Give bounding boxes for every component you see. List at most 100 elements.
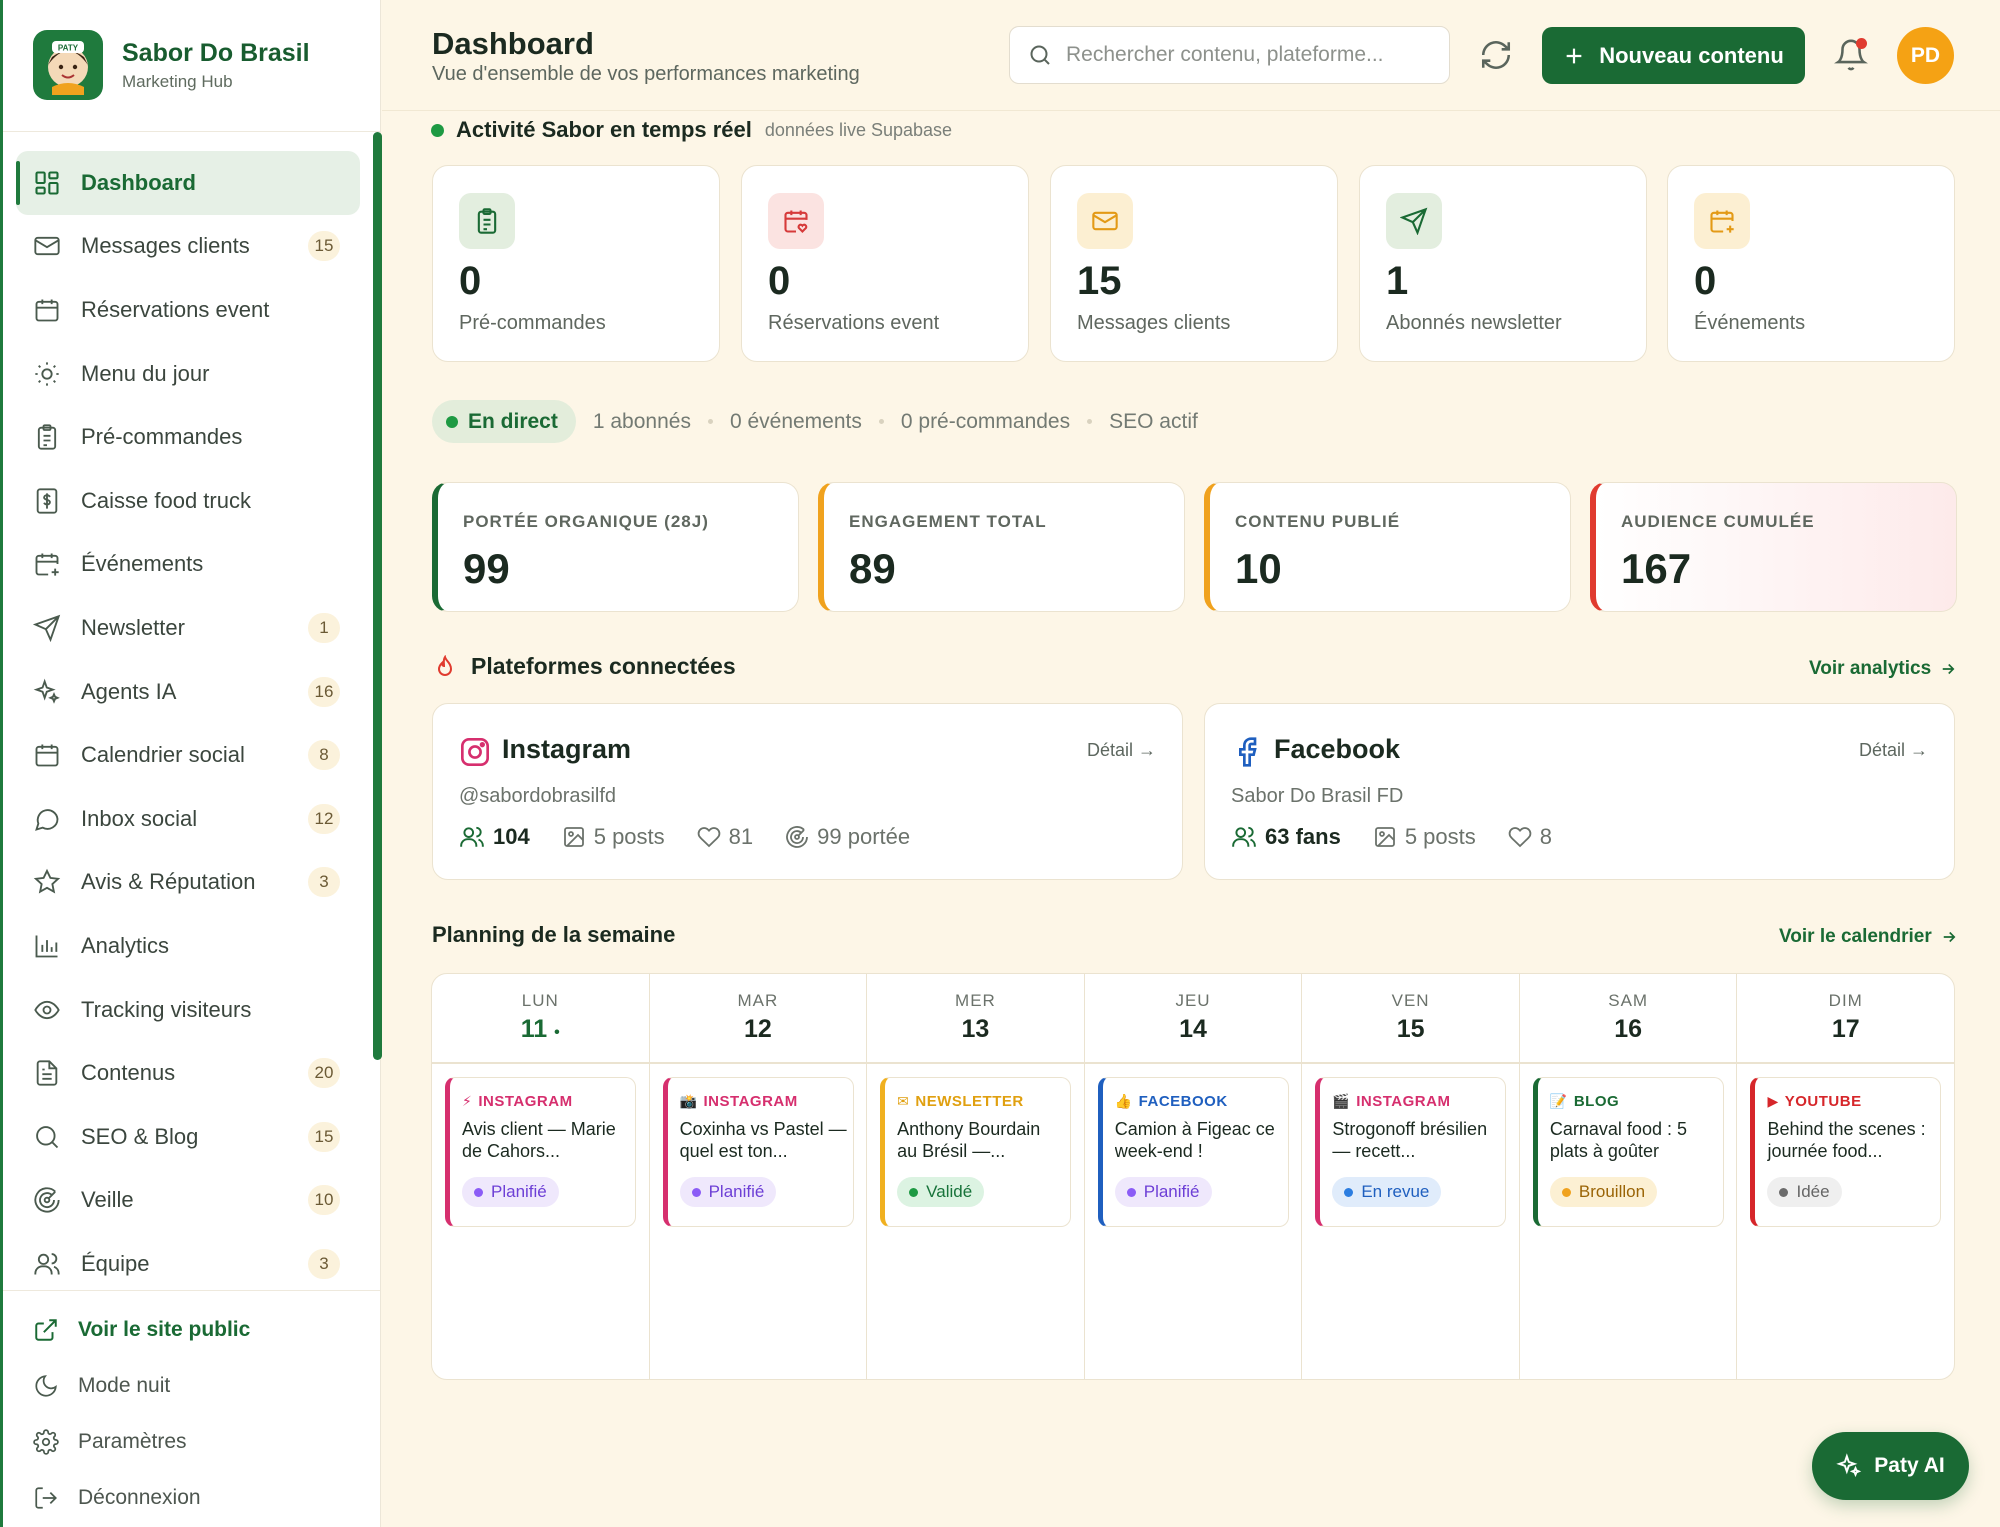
- event-platform-emoji: ▶: [1767, 1093, 1779, 1109]
- ai-assistant-label: Paty AI: [1874, 1454, 1945, 1477]
- calendar-event[interactable]: 🎬 INSTAGRAM Strogonoff brésilien — recett…: [1315, 1077, 1507, 1227]
- kpi-card-content[interactable]: CONTENU PUBLIÉ 10: [1204, 482, 1571, 612]
- brand[interactable]: PATY Sabor Do Brasil Marketing Hub: [33, 28, 310, 102]
- sidebar-item-messages[interactable]: Messages clients 15: [16, 215, 360, 279]
- kpi-card-reach[interactable]: PORTÉE ORGANIQUE (28J) 99: [432, 482, 799, 612]
- stat-label: Abonnés newsletter: [1386, 312, 1562, 334]
- stat-icon-box: [1694, 193, 1750, 249]
- calendar-day-column: LUN 11 • ⚡ INSTAGRAM Avis client — Marie …: [432, 974, 650, 1379]
- sidebar-item-dashboard[interactable]: Dashboard: [16, 151, 360, 215]
- search-box[interactable]: [1009, 26, 1450, 84]
- day-number: 15: [1396, 1015, 1425, 1043]
- clipboard-icon: [37, 424, 57, 450]
- sidebar-item-menu-du-jour[interactable]: Menu du jour: [16, 342, 360, 406]
- stat-card-newsletter[interactable]: 1 Abonnés newsletter: [1359, 165, 1647, 362]
- sidebar-item-avis[interactable]: Avis & Réputation 3: [16, 851, 360, 915]
- stat-card-evenements[interactable]: 0 Événements: [1667, 165, 1955, 362]
- sidebar-item-label: SEO & Blog: [81, 1123, 199, 1149]
- ai-assistant-button[interactable]: Paty AI: [1812, 1432, 1969, 1500]
- logout-link[interactable]: Déconnexion: [33, 1478, 363, 1518]
- send-icon: [33, 614, 61, 642]
- event-platform-emoji: 🎬: [1332, 1093, 1351, 1109]
- separator-dot: [878, 419, 884, 424]
- calendar-event[interactable]: 📝 BLOG Carnaval food : 5 plats à goûter B…: [1532, 1077, 1724, 1227]
- platform-card-facebook[interactable]: Facebook Détail → Sabor Do Brasil FD 63 …: [1204, 703, 1955, 880]
- day-name: DIM: [1828, 991, 1863, 1010]
- stat-value: 0: [768, 259, 791, 303]
- sidebar-item-caisse[interactable]: Caisse food truck: [16, 469, 360, 533]
- calendar-event[interactable]: ▶ YOUTUBE Behind the scenes : journée foo…: [1750, 1077, 1942, 1227]
- sidebar-footer-divider: [3, 1290, 380, 1291]
- sidebar-item-newsletter[interactable]: Newsletter 1: [16, 596, 360, 660]
- kpi-card-engagement[interactable]: ENGAGEMENT TOTAL 89: [818, 482, 1185, 612]
- brand-title: Sabor Do Brasil: [122, 38, 310, 67]
- sidebar-scrollbar[interactable]: [373, 132, 382, 1060]
- stat-card-precommandes[interactable]: 0 Pré-commandes: [432, 165, 720, 362]
- public-site-link[interactable]: Voir le site public: [33, 1310, 363, 1350]
- heart-icon: [697, 827, 720, 848]
- sidebar-item-label: Pré-commandes: [81, 424, 243, 450]
- stat-card-reservations[interactable]: 0 Réservations event: [741, 165, 1029, 362]
- settings-link[interactable]: Paramètres: [33, 1422, 363, 1462]
- event-platform: INSTAGRAM: [478, 1093, 573, 1110]
- sidebar-item-analytics[interactable]: Analytics: [16, 914, 360, 978]
- event-platform: BLOG: [1573, 1093, 1620, 1110]
- page-title: Dashboard: [432, 26, 594, 61]
- sidebar-item-tracking[interactable]: Tracking visiteurs: [16, 978, 360, 1042]
- users-icon: [460, 826, 484, 847]
- calendar-event[interactable]: 👍 FACEBOOK Camion à Figeac ce week-end ! …: [1097, 1077, 1289, 1227]
- kpi-card-audience[interactable]: AUDIENCE CUMULÉE 167: [1590, 482, 1957, 612]
- kpi-value: 99: [463, 545, 510, 592]
- search-input[interactable]: [1066, 43, 1426, 67]
- platform-detail-link[interactable]: Détail →: [1087, 740, 1156, 761]
- sidebar-item-calendrier-social[interactable]: Calendrier social 8: [16, 723, 360, 787]
- day-number: 17: [1831, 1015, 1860, 1043]
- posts-count: 5 posts: [1404, 824, 1476, 849]
- event-platform-emoji: ⚡: [462, 1093, 473, 1109]
- sidebar-item-reservations[interactable]: Réservations event: [16, 278, 360, 342]
- view-analytics-link[interactable]: Voir analytics: [1809, 658, 1957, 680]
- kpi-label: ENGAGEMENT TOTAL: [849, 512, 1047, 531]
- avatar[interactable]: PD: [1897, 27, 1954, 84]
- document-icon: [36, 1060, 58, 1086]
- dark-mode-toggle[interactable]: Mode nuit: [33, 1366, 363, 1406]
- refresh-icon[interactable]: [1479, 38, 1513, 72]
- day-number: 14: [1179, 1015, 1207, 1043]
- status-badge: En revue: [1332, 1177, 1442, 1207]
- sidebar-item-label: Contenus: [81, 1060, 176, 1086]
- stat-card-messages[interactable]: 15 Messages clients: [1050, 165, 1338, 362]
- stat-label: Événements: [1694, 312, 1806, 334]
- new-content-button[interactable]: Nouveau contenu: [1542, 27, 1805, 84]
- count-badge: 12: [308, 803, 340, 834]
- calendar-day-column: JEU 14 👍 FACEBOOK Camion à Figeac ce week…: [1085, 974, 1303, 1379]
- calendar-event[interactable]: ✉ NEWSLETTER Anthony Bourdain au Brésil —…: [880, 1077, 1072, 1227]
- sidebar-item-evenements[interactable]: Événements: [16, 533, 360, 597]
- calendar-event[interactable]: ⚡ INSTAGRAM Avis client — Marie de Cahors…: [445, 1077, 636, 1227]
- kpi-value: 167: [1621, 545, 1692, 592]
- event-platform: INSTAGRAM: [1356, 1093, 1451, 1110]
- stat-icon-box: [1386, 193, 1442, 249]
- calendar-event[interactable]: 📸 INSTAGRAM Coxinha vs Pastel — quel est …: [662, 1077, 854, 1227]
- sidebar-item-equipe[interactable]: Équipe 3: [16, 1232, 360, 1296]
- stat-value: 0: [1694, 259, 1717, 303]
- status-item: SEO actif: [1109, 409, 1198, 433]
- platform-handle: Sabor Do Brasil FD: [1231, 785, 1404, 807]
- calendar-day-column: MAR 12 📸 INSTAGRAM Coxinha vs Pastel — qu…: [650, 974, 868, 1379]
- sidebar-item-veille[interactable]: Veille 10: [16, 1169, 360, 1233]
- day-number: 11 •: [520, 1015, 560, 1043]
- platform-card-instagram[interactable]: Instagram Détail → @sabordobrasilfd 104 …: [432, 703, 1183, 880]
- sidebar-item-precommandes[interactable]: Pré-commandes: [16, 405, 360, 469]
- image-icon: [563, 827, 584, 847]
- sidebar-item-seo-blog[interactable]: SEO & Blog 15: [16, 1105, 360, 1169]
- platform-stats: 63 fans 5 posts 8: [1231, 824, 1584, 850]
- view-calendar-link[interactable]: Voir le calendrier: [1779, 926, 1958, 948]
- instagram-icon: [461, 738, 489, 766]
- sidebar-item-inbox-social[interactable]: Inbox social 12: [16, 787, 360, 851]
- week-calendar: LUN 11 • ⚡ INSTAGRAM Avis client — Marie …: [431, 973, 1955, 1380]
- sidebar-item-agents-ia[interactable]: Agents IA 16: [16, 660, 360, 724]
- planning-title: Planning de la semaine: [432, 922, 676, 947]
- top-bar: Dashboard Vue d'ensemble de vos performa…: [382, 0, 2000, 111]
- platform-detail-link[interactable]: Détail →: [1859, 740, 1928, 761]
- count-badge: 10: [308, 1185, 340, 1216]
- sidebar-item-contenus[interactable]: Contenus 20: [16, 1041, 360, 1105]
